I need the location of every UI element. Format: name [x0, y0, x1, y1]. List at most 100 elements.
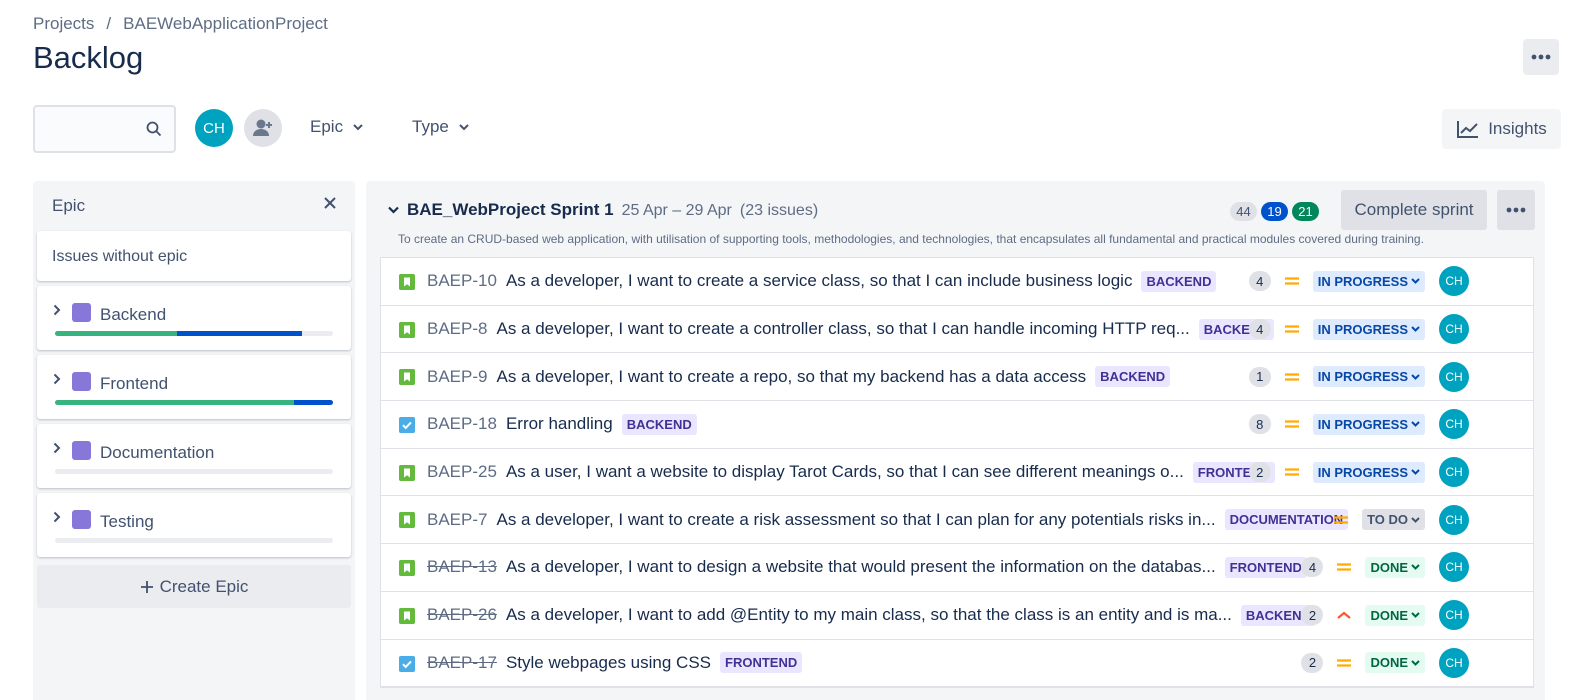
issue-row[interactable]: BAEP-18 Error handling BACKEND 8 IN PROGRESS…: [381, 401, 1533, 449]
story-points-badge[interactable]: 2: [1248, 462, 1271, 483]
assignee-avatar[interactable]: CH: [1439, 552, 1469, 583]
issue-key[interactable]: BAEP-7: [427, 510, 487, 530]
complete-sprint-button[interactable]: Complete sprint: [1341, 190, 1487, 230]
epic-lozenge[interactable]: BACKEND: [1095, 366, 1171, 388]
epic-item-testing[interactable]: Testing: [37, 493, 351, 557]
type-filter-dropdown[interactable]: Type: [412, 117, 469, 137]
chevron-right-icon[interactable]: [53, 304, 61, 316]
sprint-name[interactable]: BAE_WebProject Sprint 1: [407, 200, 614, 220]
close-epic-panel-button[interactable]: [323, 193, 337, 216]
chevron-right-icon[interactable]: [53, 442, 61, 454]
chevron-right-icon[interactable]: [53, 373, 61, 385]
issue-summary[interactable]: As a developer, I want to create a contr…: [496, 319, 1189, 339]
issue-summary[interactable]: As a user, I want a website to display T…: [506, 462, 1184, 482]
avatar-filter[interactable]: CH: [195, 109, 233, 147]
status-label: DONE: [1370, 655, 1408, 671]
epic-filter-dropdown[interactable]: Epic: [310, 117, 363, 137]
breadcrumb-project[interactable]: BAEWebApplicationProject: [123, 14, 328, 34]
status-dropdown[interactable]: IN PROGRESS: [1312, 461, 1425, 483]
priority-indicator: [1333, 562, 1355, 572]
issue-summary[interactable]: As a developer, I want to add @Entity to…: [506, 605, 1232, 625]
assignee-avatar[interactable]: CH: [1439, 600, 1469, 631]
assignee-avatar[interactable]: CH: [1439, 647, 1469, 678]
issue-key[interactable]: BAEP-8: [427, 319, 487, 339]
assignee-avatar[interactable]: CH: [1439, 409, 1469, 440]
issue-summary[interactable]: Style webpages using CSS: [506, 653, 711, 673]
epic-progress-bar: [55, 469, 333, 474]
search-box[interactable]: [33, 105, 176, 153]
issue-row[interactable]: BAEP-8 As a developer, I want to create a…: [381, 306, 1533, 354]
issue-row[interactable]: BAEP-17 Style webpages using CSS FRONTEND 2…: [381, 640, 1533, 688]
todo-count-badge: 44: [1230, 202, 1257, 221]
issue-row[interactable]: BAEP-9 As a developer, I want to create a…: [381, 353, 1533, 402]
epic-name: Testing: [100, 512, 154, 531]
story-points-badge[interactable]: 4: [1301, 557, 1324, 578]
story-points-badge[interactable]: 8: [1248, 414, 1271, 435]
create-epic-button[interactable]: Create Epic: [37, 565, 351, 608]
issue-key[interactable]: BAEP-18: [427, 414, 497, 434]
epic-lozenge[interactable]: FRONTEND: [1224, 556, 1307, 578]
assignee-avatar[interactable]: CH: [1439, 504, 1469, 535]
story-points-badge[interactable]: 4: [1248, 319, 1271, 340]
issues-without-epic-label: Issues without epic: [52, 248, 188, 265]
status-dropdown[interactable]: DONE: [1365, 652, 1425, 674]
chevron-down-icon: [1411, 612, 1420, 619]
assignee-avatar[interactable]: CH: [1439, 266, 1469, 297]
issue-key[interactable]: BAEP-13: [427, 557, 497, 577]
assignee-avatar[interactable]: CH: [1439, 457, 1469, 488]
status-dropdown[interactable]: DONE: [1365, 604, 1425, 626]
close-icon: [324, 197, 336, 209]
issue-key[interactable]: BAEP-17: [427, 653, 497, 673]
epic-item-backend[interactable]: Backend: [37, 286, 351, 350]
page-more-button[interactable]: [1523, 39, 1559, 75]
breadcrumb-projects[interactable]: Projects: [33, 14, 94, 34]
issue-summary[interactable]: As a developer, I want to design a websi…: [506, 557, 1216, 577]
assignee-avatar[interactable]: CH: [1439, 361, 1469, 392]
issue-key[interactable]: BAEP-26: [427, 605, 497, 625]
issue-row[interactable]: BAEP-10 As a developer, I want to create …: [381, 258, 1533, 306]
chevron-down-icon[interactable]: [388, 206, 399, 214]
epic-lozenge[interactable]: BACKEND: [1141, 270, 1217, 292]
issue-key[interactable]: BAEP-10: [427, 271, 497, 291]
issue-key[interactable]: BAEP-9: [427, 367, 487, 387]
chevron-down-icon: [1411, 374, 1420, 380]
more-icon: [1506, 207, 1526, 213]
issues-without-epic[interactable]: Issues without epic: [37, 231, 351, 281]
priority-medium-icon: [1284, 468, 1299, 476]
epic-color-swatch: [72, 510, 91, 529]
issue-row[interactable]: BAEP-13 As a developer, I want to design …: [381, 544, 1533, 592]
story-points-badge[interactable]: 2: [1301, 652, 1324, 673]
add-people-button[interactable]: [244, 109, 282, 147]
issue-row[interactable]: BAEP-7 As a developer, I want to create a…: [381, 496, 1533, 545]
priority-medium-icon: [1337, 659, 1352, 667]
status-dropdown[interactable]: IN PROGRESS: [1312, 413, 1425, 435]
issue-summary[interactable]: As a developer, I want to create a servi…: [506, 271, 1133, 291]
task-type-icon: [399, 417, 415, 434]
status-dropdown[interactable]: IN PROGRESS: [1312, 270, 1425, 292]
issue-summary[interactable]: As a developer, I want to create a repo,…: [496, 367, 1086, 387]
issue-summary[interactable]: Error handling: [506, 414, 613, 434]
epic-progress-bar: [55, 538, 333, 543]
story-points-badge[interactable]: 4: [1248, 271, 1271, 292]
assignee-avatar[interactable]: CH: [1439, 314, 1469, 345]
status-dropdown[interactable]: IN PROGRESS: [1312, 366, 1425, 388]
status-dropdown[interactable]: DONE: [1365, 556, 1425, 578]
issue-row[interactable]: BAEP-26 As a developer, I want to add @En…: [381, 592, 1533, 640]
epic-item-documentation[interactable]: Documentation: [37, 424, 351, 488]
issue-summary[interactable]: As a developer, I want to create a risk …: [496, 510, 1215, 530]
epic-progress-in-progress: [177, 331, 303, 336]
story-points-badge[interactable]: 1: [1248, 366, 1271, 387]
search-input[interactable]: [43, 119, 143, 141]
issue-row[interactable]: BAEP-25 As a user, I want a website to di…: [381, 449, 1533, 497]
status-dropdown[interactable]: IN PROGRESS: [1312, 318, 1425, 340]
chevron-right-icon[interactable]: [53, 511, 61, 523]
epic-lozenge[interactable]: BACKEND: [621, 413, 697, 435]
epic-item-frontend[interactable]: Frontend: [37, 355, 351, 419]
story-type-icon: [399, 607, 415, 624]
issue-key[interactable]: BAEP-25: [427, 462, 497, 482]
status-dropdown[interactable]: TO DO: [1362, 509, 1425, 531]
insights-button[interactable]: Insights: [1442, 109, 1561, 149]
epic-lozenge[interactable]: FRONTEND: [720, 652, 803, 674]
story-points-badge[interactable]: 2: [1301, 605, 1324, 626]
sprint-more-button[interactable]: [1497, 190, 1535, 230]
